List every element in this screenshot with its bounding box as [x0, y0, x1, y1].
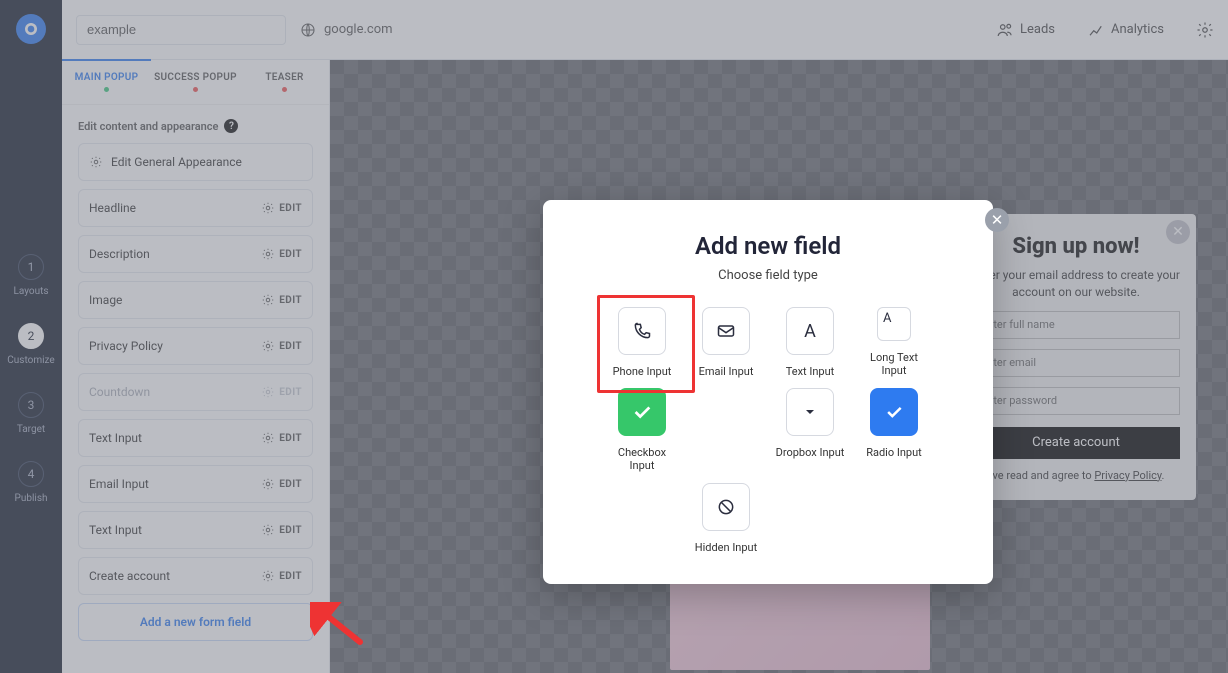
modal-subtitle: Choose field type — [571, 268, 965, 283]
modal-title: Add new field — [571, 232, 965, 260]
field-type-label: Hidden Input — [695, 541, 757, 554]
long-text-icon: A — [877, 307, 911, 341]
field-type-label: Phone Input — [613, 365, 672, 378]
add-field-modal: ✕ Add new field Choose field type Phone … — [543, 200, 993, 584]
field-type-checkbox[interactable]: Checkbox Input — [607, 388, 677, 472]
annotation-arrow-icon — [310, 602, 370, 652]
phone-icon — [618, 307, 666, 355]
field-type-label: Radio Input — [866, 446, 922, 459]
modal-close-button[interactable]: ✕ — [985, 208, 1009, 232]
field-type-label: Text Input — [786, 365, 835, 378]
field-type-text[interactable]: A Text Input — [775, 307, 845, 378]
field-type-radio[interactable]: Radio Input — [859, 388, 929, 472]
email-icon — [702, 307, 750, 355]
field-type-phone[interactable]: Phone Input — [607, 307, 677, 378]
field-type-hidden[interactable]: Hidden Input — [691, 483, 761, 554]
field-type-label: Email Input — [699, 365, 754, 378]
field-type-grid: Phone Input Email Input A Text Input A L… — [571, 307, 965, 554]
radio-icon — [870, 388, 918, 436]
field-type-long-text[interactable]: A Long Text Input — [859, 307, 929, 378]
dropdown-icon — [786, 388, 834, 436]
field-type-email[interactable]: Email Input — [691, 307, 761, 378]
checkbox-icon — [618, 388, 666, 436]
field-type-dropbox[interactable]: Dropbox Input — [775, 388, 845, 472]
hidden-icon — [702, 483, 750, 531]
text-icon: A — [786, 307, 834, 355]
field-type-label: Checkbox Input — [607, 446, 677, 472]
field-type-label: Dropbox Input — [776, 446, 845, 459]
field-type-label: Long Text Input — [859, 351, 929, 377]
